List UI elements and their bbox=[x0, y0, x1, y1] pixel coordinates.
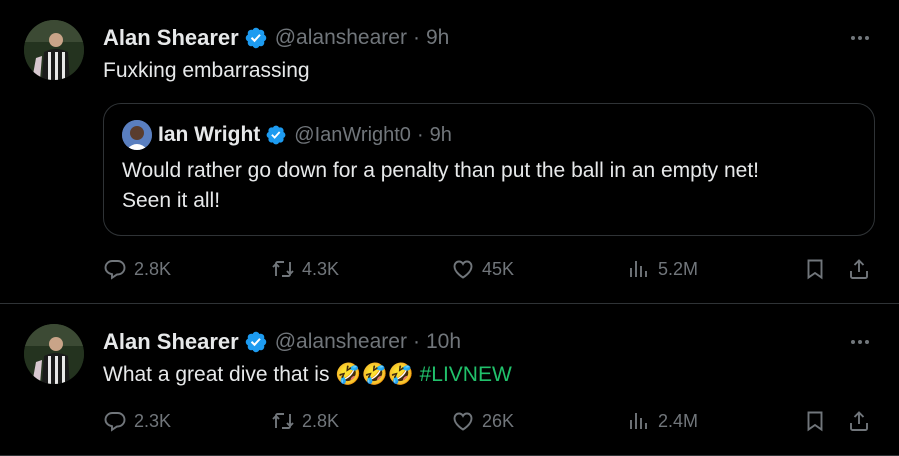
tweet-actions: 2.8K 4.3K 45K 5.2M bbox=[103, 254, 875, 284]
tweet-text-prefix: What a great dive that is bbox=[103, 363, 336, 386]
hashtag-link[interactable]: #LIVNEW bbox=[420, 363, 512, 386]
reply-count: 2.3K bbox=[134, 410, 172, 431]
separator-dot: · bbox=[412, 26, 420, 49]
tweet[interactable]: Alan Shearer @alanshearer · 10h What a g… bbox=[0, 304, 899, 456]
like-button[interactable]: 45K bbox=[451, 257, 514, 281]
share-icon bbox=[850, 259, 868, 279]
quoted-author-handle[interactable]: @IanWright0 bbox=[294, 124, 411, 147]
retweet-button[interactable]: 4.3K bbox=[271, 257, 339, 281]
quoted-author-name[interactable]: Ian Wright bbox=[158, 123, 260, 147]
separator-dot: · bbox=[416, 123, 424, 146]
reply-icon bbox=[104, 260, 126, 280]
tweet-time[interactable]: 10h bbox=[426, 330, 461, 354]
quoted-author-avatar[interactable] bbox=[122, 120, 152, 150]
author-handle[interactable]: @alanshearer bbox=[275, 26, 407, 50]
author-name[interactable]: Alan Shearer bbox=[103, 25, 239, 51]
verified-badge-icon bbox=[245, 331, 266, 353]
bookmark-icon bbox=[807, 411, 823, 432]
author-avatar[interactable] bbox=[24, 20, 84, 80]
quoted-tweet-line: Would rather go down for a penalty than … bbox=[122, 159, 760, 182]
retweet-count: 2.8K bbox=[302, 410, 340, 431]
views-button[interactable]: 2.4M bbox=[627, 409, 698, 433]
more-icon[interactable] bbox=[845, 28, 875, 48]
quoted-tweet-header: Ian Wright @IanWright0 · 9h bbox=[122, 120, 856, 150]
author-name[interactable]: Alan Shearer bbox=[103, 329, 239, 355]
tweet[interactable]: Alan Shearer @alanshearer · 9h Fuxking e… bbox=[0, 0, 899, 304]
retweet-icon bbox=[272, 261, 294, 277]
like-count: 45K bbox=[482, 258, 515, 279]
tweet-time[interactable]: 9h bbox=[426, 26, 449, 50]
tweet-text: What a great dive that is 🤣🤣🤣 #LIVNEW bbox=[103, 360, 875, 390]
share-icon bbox=[850, 411, 868, 431]
retweet-button[interactable]: 2.8K bbox=[271, 409, 339, 433]
views-icon bbox=[630, 261, 647, 277]
share-button[interactable] bbox=[847, 409, 871, 433]
quoted-tweet[interactable]: Ian Wright @IanWright0 · 9h Would rather… bbox=[103, 103, 875, 236]
author-handle[interactable]: @alanshearer bbox=[275, 330, 407, 354]
reply-icon bbox=[104, 412, 126, 432]
reply-count: 2.8K bbox=[134, 258, 172, 279]
quoted-tweet-text: Would rather go down for a penalty than … bbox=[122, 156, 856, 216]
laughing-emoji-icon: 🤣🤣🤣 bbox=[335, 363, 414, 386]
reply-button[interactable]: 2.8K bbox=[103, 257, 171, 281]
bookmark-icon bbox=[807, 259, 823, 280]
reply-button[interactable]: 2.3K bbox=[103, 409, 171, 433]
more-icon[interactable] bbox=[845, 332, 875, 352]
like-count: 26K bbox=[482, 410, 515, 431]
retweet-icon bbox=[272, 413, 294, 429]
tweet-actions: 2.3K 2.8K 26K 2.4M bbox=[103, 406, 875, 436]
views-count: 2.4M bbox=[658, 410, 699, 431]
verified-badge-icon bbox=[245, 27, 266, 49]
tweet-header: Alan Shearer @alanshearer · 10h bbox=[103, 326, 875, 358]
views-icon bbox=[630, 413, 647, 429]
views-count: 5.2M bbox=[658, 258, 699, 279]
verified-badge-icon bbox=[266, 125, 286, 145]
like-icon bbox=[453, 412, 473, 431]
author-avatar[interactable] bbox=[24, 324, 84, 384]
share-button[interactable] bbox=[847, 257, 871, 281]
bookmark-button[interactable] bbox=[803, 257, 827, 281]
quoted-tweet-line: Seen it all! bbox=[122, 189, 221, 212]
tweet-header: Alan Shearer @alanshearer · 9h bbox=[103, 22, 875, 54]
quoted-tweet-time[interactable]: 9h bbox=[430, 124, 452, 147]
separator-dot: · bbox=[412, 330, 420, 353]
tweet-text: Fuxking embarrassing bbox=[103, 59, 310, 82]
retweet-count: 4.3K bbox=[302, 258, 340, 279]
views-button[interactable]: 5.2M bbox=[627, 257, 698, 281]
bookmark-button[interactable] bbox=[803, 409, 827, 433]
like-button[interactable]: 26K bbox=[451, 409, 514, 433]
like-icon bbox=[453, 260, 473, 279]
